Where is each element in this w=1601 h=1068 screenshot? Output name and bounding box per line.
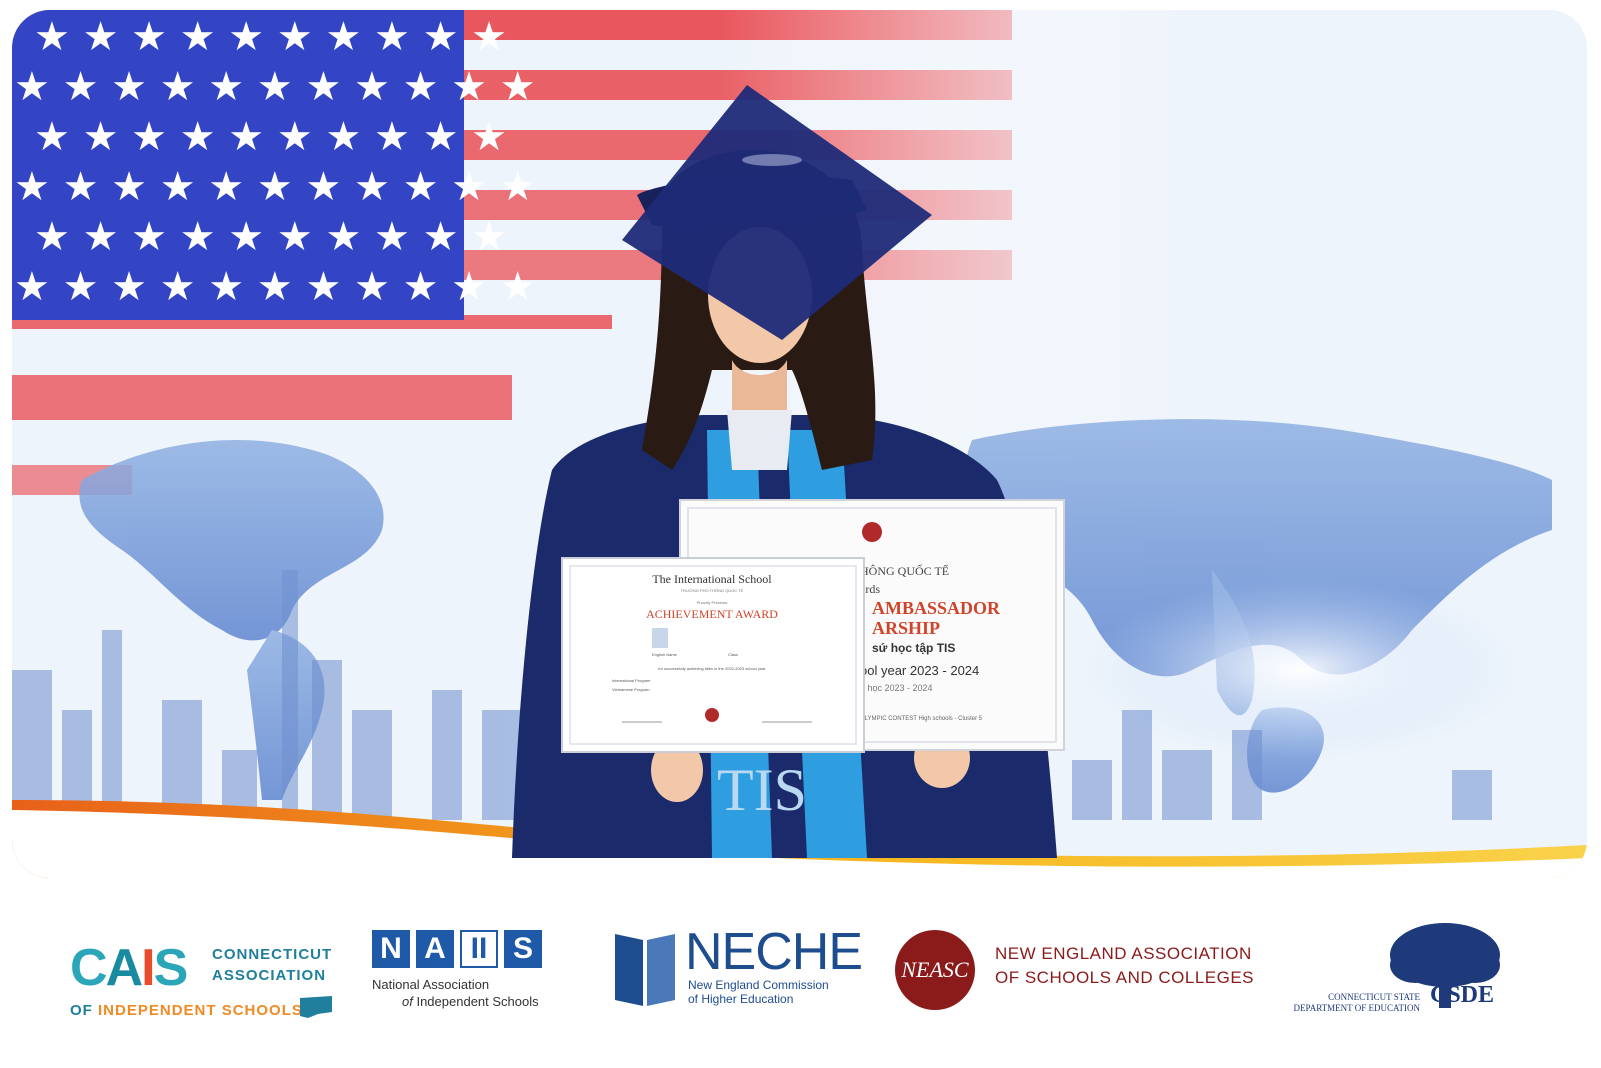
- neche-title: NECHE: [685, 923, 863, 981]
- cert-school: The International School: [652, 572, 772, 586]
- cais-side-text: CONNECTICUT ASSOCIATION: [212, 946, 333, 984]
- cert-back-title1: AMBASSADOR: [872, 598, 1001, 618]
- sash-letter-t: TIS: [717, 757, 807, 823]
- cais-logo: CAIS CONNECTICUT ASSOCIATION OF INDEPEND…: [70, 938, 333, 1028]
- cert-back-subtitle: sứ học tập TIS: [872, 641, 955, 655]
- csde-abbr: CSDE: [1430, 982, 1495, 1008]
- cert-back-year-vn: h học 2023 - 2024: [860, 683, 933, 693]
- cert-school-vn: TRƯỜNG PHỔ THÔNG QUỐC TẾ: [681, 588, 744, 593]
- neasc-logo: NEASC NEW ENGLAND ASSOCIATION OF SCHOOLS…: [895, 930, 1255, 1030]
- nais-logo: N A II S National Association of Indepen…: [372, 930, 572, 1030]
- neasc-seal: NEASC: [895, 930, 975, 1010]
- neche-logo: NECHE New England Commission of Higher E…: [615, 923, 875, 1030]
- cert-line: for successfully achieving titles in the…: [658, 666, 766, 671]
- cert-field-class: Class: [728, 652, 738, 657]
- connecticut-state-icon: [300, 996, 332, 1018]
- csde-caption: CONNECTICUT STATE DEPARTMENT OF EDUCATIO…: [1293, 992, 1420, 1013]
- cert-back-title2: ARSHIP: [872, 618, 940, 638]
- csde-logo: CONNECTICUT STATE DEPARTMENT OF EDUCATIO…: [1285, 923, 1525, 1040]
- open-book-icon: [615, 934, 675, 1006]
- neasc-caption: NEW ENGLAND ASSOCIATION OF SCHOOLS AND C…: [995, 944, 1255, 987]
- cert-back-year: ool year 2023 - 2024: [860, 663, 979, 678]
- cert-back-contest: OLYMPIC CONTEST High schools - Cluster 5: [860, 716, 983, 722]
- cert-program-1: International Program: [612, 678, 651, 683]
- cert-back-line1: HÔNG QUỐC TẾ: [860, 563, 949, 578]
- accreditation-logos: CAIS CONNECTICUT ASSOCIATION OF INDEPEND…: [0, 923, 1601, 1050]
- neche-caption: New England Commission of Higher Educati…: [688, 978, 829, 1006]
- hero-banner: ★ ★ ★ ★ ★ ★ ★ ★ ★ ★ ★ ★ ★ ★ ★ ★ ★ ★ ★ ★ …: [12, 10, 1587, 878]
- nais-caption: National Association of Independent Scho…: [372, 977, 539, 1009]
- cais-mark: CAIS: [70, 939, 188, 997]
- cert-field-name: English Name: [652, 652, 678, 657]
- cert-presents: Proudly Presents: [697, 600, 727, 605]
- cais-bottom-text: OF INDEPENDENT SCHOOLS: [70, 1002, 303, 1019]
- hero-scene: ★ ★ ★ ★ ★ ★ ★ ★ ★ ★ ★ ★ ★ ★ ★ ★ ★ ★ ★ ★ …: [12, 10, 1587, 878]
- cert-award-title: ACHIEVEMENT AWARD: [646, 607, 778, 621]
- cert-program-2: Vietnamese Program: [612, 687, 650, 692]
- achievement-certificate: The International School TRƯỜNG PHỔ THÔN…: [561, 557, 865, 753]
- nais-mark: N A II S: [372, 930, 572, 968]
